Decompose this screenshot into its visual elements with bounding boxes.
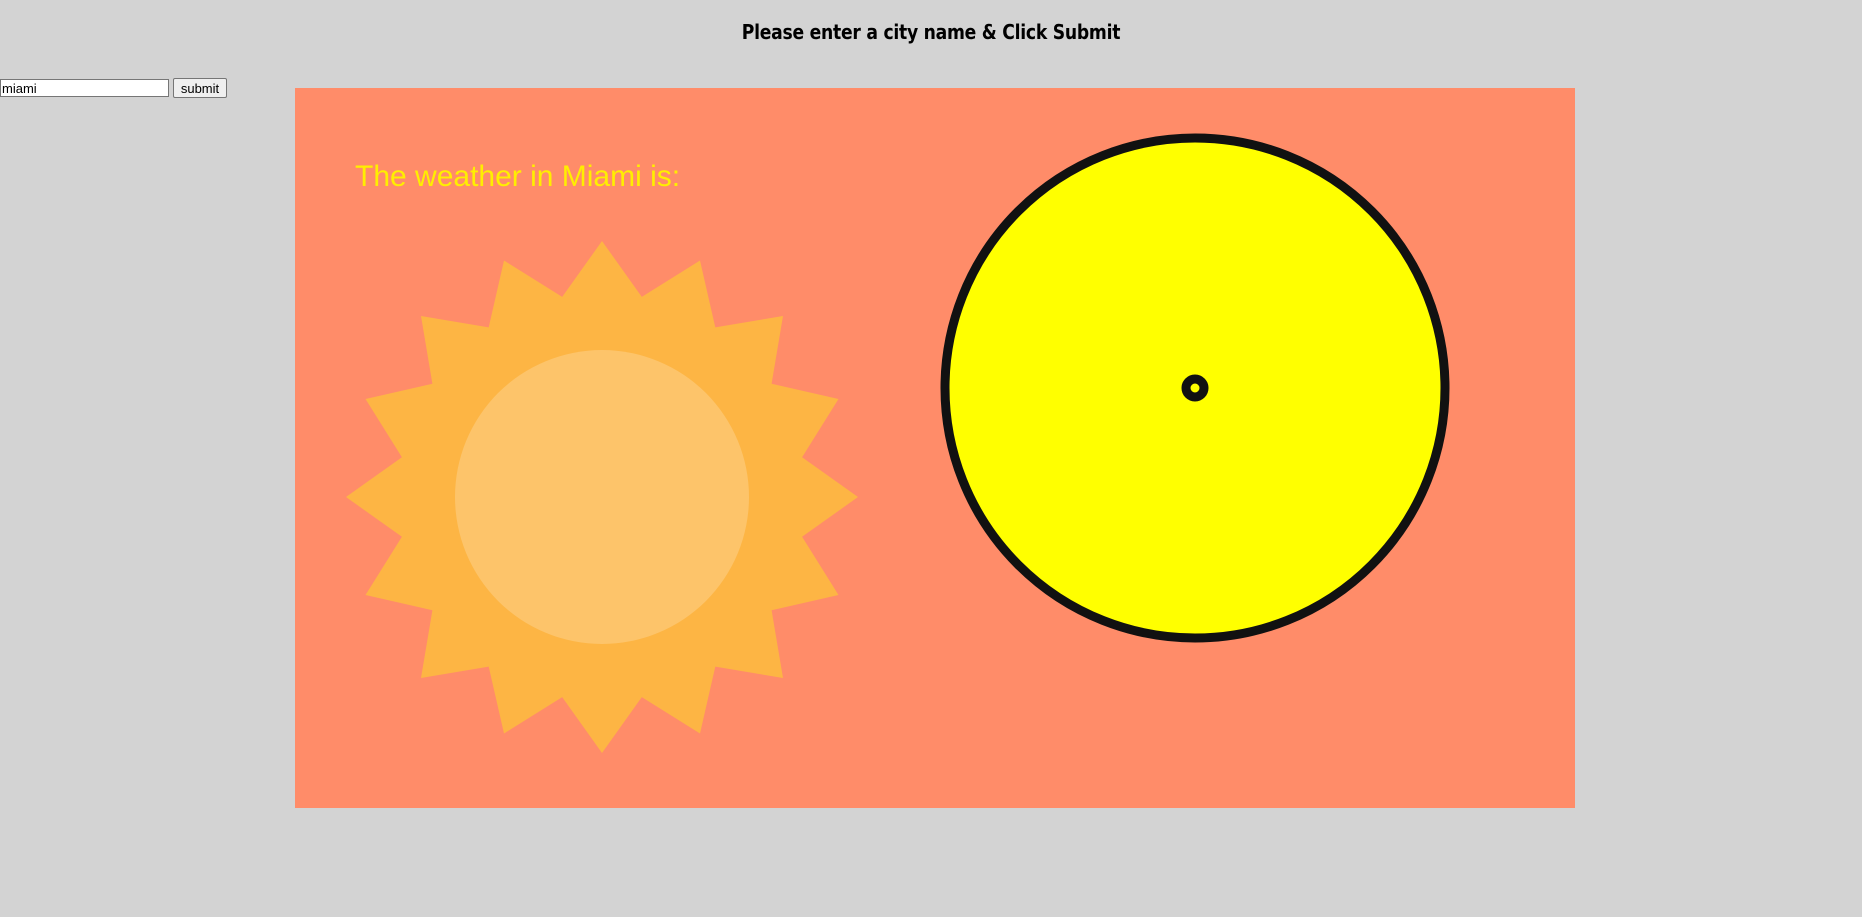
submit-button[interactable]: submit [173,78,227,98]
weather-panel: The weather in Miami is: [295,88,1575,808]
sun-core [455,350,749,644]
sun-icon [346,241,858,753]
page-instructions: Please enter a city name & Click Submit [741,20,1121,44]
weather-graphics [346,133,1450,753]
yellow-dial-icon [940,133,1450,643]
dial-center-pivot [1181,374,1209,402]
city-input[interactable] [0,79,169,97]
city-search-form: submit [0,78,227,98]
